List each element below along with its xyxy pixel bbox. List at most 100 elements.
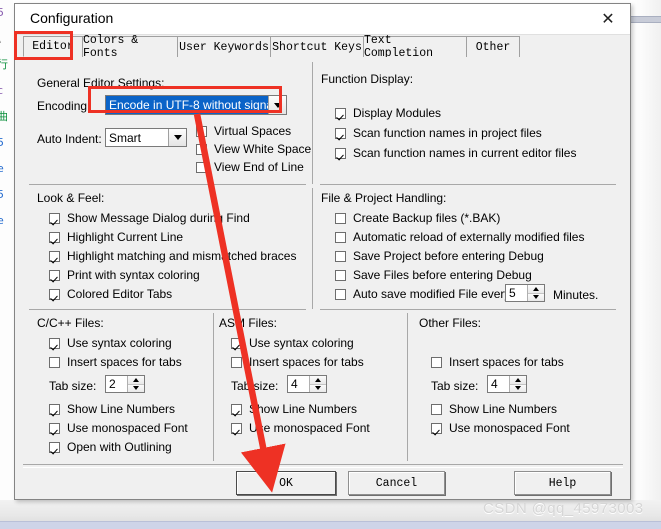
checkbox-other-show-line-numbers[interactable]: Show Line Numbers	[431, 402, 557, 416]
checkbox-c-show-line-numbers[interactable]: Show Line Numbers	[49, 402, 175, 416]
encoding-combobox[interactable]: Encode in UTF-8 without signature	[105, 95, 287, 115]
checkbox-box[interactable]	[196, 143, 207, 155]
checkbox-box[interactable]	[49, 403, 60, 415]
checkbox-display-modules[interactable]: Display Modules	[335, 106, 441, 120]
tab-text-completion[interactable]: Text Completion	[363, 34, 467, 60]
tab-user-keywords[interactable]: User Keywords	[177, 36, 271, 57]
checkbox-c-insert-spaces-for-tabs[interactable]: Insert spaces for tabs	[49, 355, 182, 369]
checkbox-asm-insert-spaces-for-tabs[interactable]: Insert spaces for tabs	[231, 355, 364, 369]
stepper-buttons[interactable]	[509, 376, 526, 392]
checkbox-box[interactable]	[335, 231, 346, 243]
checkbox-label: Auto save modified File every	[353, 287, 511, 301]
dialog-button-row: OK Cancel Help	[23, 468, 623, 498]
ok-button[interactable]: OK	[236, 471, 336, 495]
checkbox-box[interactable]	[335, 147, 346, 159]
checkbox-highlight-current-line[interactable]: Highlight Current Line	[49, 230, 183, 244]
checkbox-c-use-syntax-coloring[interactable]: Use syntax coloring	[49, 336, 172, 350]
tab-user-keywords-label: User Keywords	[179, 40, 269, 54]
stepper-buttons[interactable]	[309, 376, 326, 392]
asm-tab-size-stepper[interactable]: 4	[287, 375, 327, 393]
checkbox-box[interactable]	[335, 107, 346, 119]
checkbox-box[interactable]	[49, 250, 60, 262]
checkbox-box[interactable]	[49, 269, 60, 281]
checkbox-box[interactable]	[431, 356, 442, 368]
checkbox-box[interactable]	[335, 212, 346, 224]
checkbox-view-white-space[interactable]: View White Space	[196, 142, 311, 156]
checkbox-label: Scan function names in current editor fi…	[353, 146, 577, 160]
checkbox-colored-editor-tabs[interactable]: Colored Editor Tabs	[49, 287, 172, 301]
chevron-down-icon[interactable]	[168, 129, 186, 146]
checkbox-box[interactable]	[49, 356, 60, 368]
stepper-down-icon[interactable]	[528, 292, 544, 301]
checkbox-asm-use-monospaced-font[interactable]: Use monospaced Font	[231, 421, 370, 435]
checkbox-automatic-reload[interactable]: Automatic reload of externally modified …	[335, 230, 584, 244]
checkbox-save-project-before-debug[interactable]: Save Project before entering Debug	[335, 249, 544, 263]
checkbox-box[interactable]	[231, 403, 242, 415]
checkbox-box[interactable]	[335, 269, 346, 281]
separator-vertical-4	[407, 313, 408, 461]
checkbox-asm-use-syntax-coloring[interactable]: Use syntax coloring	[231, 336, 354, 350]
stepper-up-icon[interactable]	[510, 376, 526, 384]
checkbox-other-use-monospaced-font[interactable]: Use monospaced Font	[431, 421, 570, 435]
checkbox-other-insert-spaces-for-tabs[interactable]: Insert spaces for tabs	[431, 355, 564, 369]
stepper-up-icon[interactable]	[128, 376, 144, 384]
checkbox-virtual-spaces[interactable]: Virtual Spaces	[196, 124, 291, 138]
auto-indent-combobox[interactable]: Smart	[105, 128, 187, 147]
checkbox-box[interactable]	[335, 288, 346, 300]
checkbox-box[interactable]	[49, 441, 60, 453]
stepper-up-icon[interactable]	[528, 285, 544, 293]
checkbox-box[interactable]	[335, 250, 346, 262]
checkbox-box[interactable]	[49, 422, 60, 434]
checkbox-box[interactable]	[49, 231, 60, 243]
autosave-minutes-stepper[interactable]: 5	[505, 284, 545, 302]
other-tab-size-stepper[interactable]: 4	[487, 375, 527, 393]
help-button[interactable]: Help	[514, 471, 611, 495]
tab-other[interactable]: Other	[466, 36, 520, 57]
checkbox-box[interactable]	[49, 337, 60, 349]
separator-horizontal-4	[320, 309, 616, 310]
checkbox-box[interactable]	[231, 356, 242, 368]
separator-vertical-2	[312, 188, 313, 309]
stepper-buttons[interactable]	[527, 285, 544, 301]
c-tab-size-stepper[interactable]: 2	[105, 375, 145, 393]
cancel-button[interactable]: Cancel	[348, 471, 445, 495]
checkbox-label: Automatic reload of externally modified …	[353, 230, 585, 244]
stepper-down-icon[interactable]	[128, 383, 144, 392]
checkbox-highlight-braces[interactable]: Highlight matching and mismatched braces	[49, 249, 296, 263]
checkbox-box[interactable]	[196, 161, 207, 173]
checkbox-c-use-monospaced-font[interactable]: Use monospaced Font	[49, 421, 188, 435]
checkbox-c-open-with-outlining[interactable]: Open with Outlining	[49, 440, 172, 454]
checkbox-view-end-of-line[interactable]: View End of Line	[196, 160, 304, 174]
stepper-buttons[interactable]	[127, 376, 144, 392]
checkbox-scan-current-editor-files[interactable]: Scan function names in current editor fi…	[335, 146, 576, 160]
tab-shortcut-keys[interactable]: Shortcut Keys	[270, 36, 364, 57]
bg-glyph-0: 5	[0, 6, 4, 19]
checkbox-auto-save-modified-file[interactable]: Auto save modified File every	[335, 287, 510, 301]
checkbox-box[interactable]	[431, 403, 442, 415]
checkbox-box[interactable]	[231, 337, 242, 349]
chevron-down-icon[interactable]	[268, 96, 286, 114]
checkbox-print-with-syntax-coloring[interactable]: Print with syntax coloring	[49, 268, 200, 282]
checkbox-asm-show-line-numbers[interactable]: Show Line Numbers	[231, 402, 357, 416]
checkbox-label: Save Project before entering Debug	[353, 249, 544, 263]
checkbox-show-message-dialog-during-find[interactable]: Show Message Dialog during Find	[49, 211, 250, 225]
stepper-down-icon[interactable]	[510, 383, 526, 392]
editor-settings-panel: General Editor Settings: Encoding: Encod…	[23, 57, 623, 467]
encoding-value: Encode in UTF-8 without signature	[106, 96, 268, 114]
checkbox-box[interactable]	[431, 422, 442, 434]
stepper-up-icon[interactable]	[310, 376, 326, 384]
tab-bar: Editor Colors & Fonts User Keywords Shor…	[23, 34, 623, 60]
checkbox-scan-project-files[interactable]: Scan function names in project files	[335, 126, 542, 140]
checkbox-box[interactable]	[49, 288, 60, 300]
checkbox-box[interactable]	[196, 125, 207, 137]
tab-colors-and-fonts[interactable]: Colors & Fonts	[82, 34, 178, 60]
tab-editor[interactable]: Editor	[23, 36, 83, 57]
checkbox-label: Virtual Spaces	[214, 124, 292, 138]
checkbox-create-backup-files[interactable]: Create Backup files (*.BAK)	[335, 211, 500, 225]
checkbox-box[interactable]	[335, 127, 346, 139]
checkbox-box[interactable]	[49, 212, 60, 224]
stepper-down-icon[interactable]	[310, 383, 326, 392]
checkbox-save-files-before-debug[interactable]: Save Files before entering Debug	[335, 268, 532, 282]
close-icon[interactable]: ✕	[586, 4, 630, 33]
checkbox-box[interactable]	[231, 422, 242, 434]
